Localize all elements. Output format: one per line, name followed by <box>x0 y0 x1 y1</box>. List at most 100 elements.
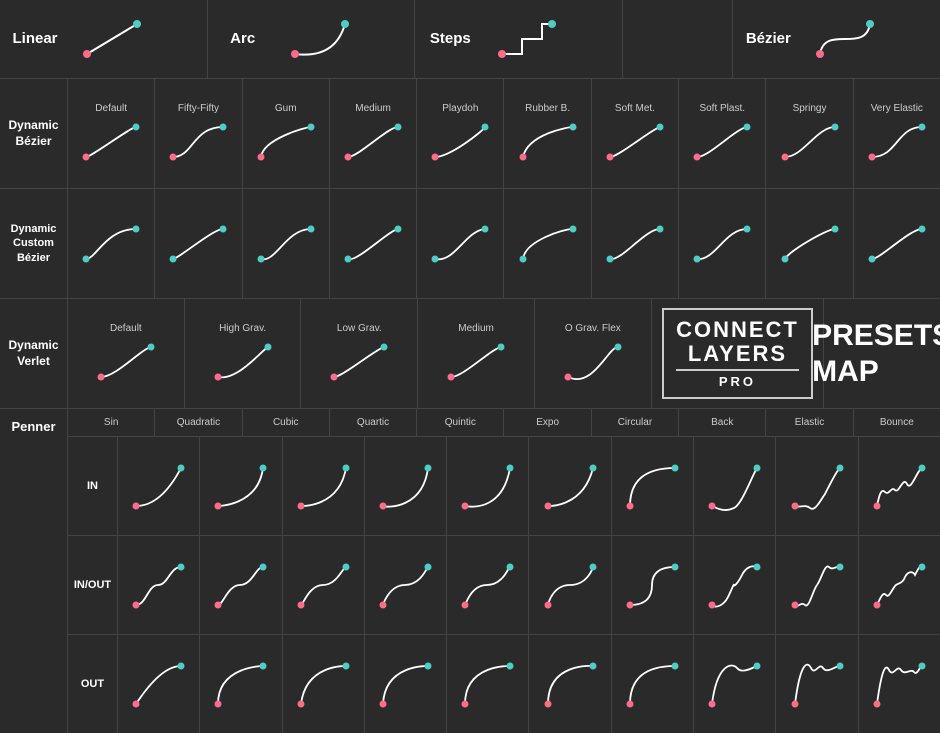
lbl-db-springy: Springy <box>793 103 827 115</box>
label-penner: Penner <box>0 409 68 733</box>
ph-cubic: Cubic <box>243 409 330 436</box>
lbl-db-rubber: Rubber B. <box>525 103 570 115</box>
cell-bezier: Bézier <box>733 0 940 78</box>
curve-dcb-7 <box>600 221 670 266</box>
label-in: IN <box>68 437 118 535</box>
ph-sin: Sin <box>68 409 155 436</box>
ph-bounce: Bounce <box>854 409 940 436</box>
cell-quad-out <box>200 635 282 733</box>
curve-dcb-1 <box>76 221 146 266</box>
presets-map-cell: PRESETSMAP <box>824 299 940 408</box>
curve-db-gum <box>251 119 321 164</box>
curve-cubic-inout <box>291 555 356 615</box>
cell-bounce-out <box>859 635 940 733</box>
curve-bounce-in <box>867 456 932 516</box>
cell-db-medium: Medium <box>330 79 417 188</box>
cell-db-gum: Gum <box>243 79 330 188</box>
cell-dcb-2 <box>155 189 242 298</box>
curve-quart-out <box>373 654 438 714</box>
cells-dynamic-verlet: Default High Grav. Low Grav. <box>68 299 940 408</box>
lbl-dv-lowgrav: Low Grav. <box>337 323 382 335</box>
lbl-db-softplast: Soft Plast. <box>699 103 745 115</box>
curve-circ-out <box>620 654 685 714</box>
curve-bounce-inout <box>867 555 932 615</box>
curve-dcb-5 <box>425 221 495 266</box>
cell-dcb-1 <box>68 189 155 298</box>
curve-db-fifty <box>163 119 233 164</box>
curve-quad-inout <box>208 555 273 615</box>
cell-expo-in <box>529 437 611 535</box>
curve-db-medium <box>338 119 408 164</box>
presets-map-text: PRESETSMAP <box>797 318 940 390</box>
cell-quint-out <box>447 635 529 733</box>
cell-cubic-in <box>283 437 365 535</box>
lbl-dv-highgrav: High Grav. <box>219 323 266 335</box>
cell-dcb-10 <box>854 189 940 298</box>
label-arc: Arc <box>218 30 268 48</box>
curve-quad-out <box>208 654 273 714</box>
cell-linear: Linear <box>0 0 208 78</box>
curve-dcb-8 <box>687 221 757 266</box>
curve-sin-in <box>126 456 191 516</box>
lbl-db-elastic: Very Elastic <box>871 103 923 115</box>
label-linear: Linear <box>10 30 60 48</box>
cell-quart-in <box>365 437 447 535</box>
curve-quint-out <box>455 654 520 714</box>
connect-layers-logo: CONNECT LAYERS PRO <box>662 308 813 399</box>
cell-dv-medium: Medium <box>418 299 535 408</box>
cell-sin-in <box>118 437 200 535</box>
cell-cubic-inout <box>283 536 365 634</box>
cell-arc: Arc <box>208 0 416 78</box>
curve-db-springy <box>775 119 845 164</box>
curve-elastic-inout <box>785 555 850 615</box>
curve-back-in <box>702 456 767 516</box>
curve-dcb-10 <box>862 221 932 266</box>
cell-circ-inout <box>612 536 694 634</box>
curve-dcb-4 <box>338 221 408 266</box>
cell-dv-ograv: O Grav. Flex <box>535 299 652 408</box>
curve-steps <box>487 14 567 64</box>
ph-quartic: Quartic <box>330 409 417 436</box>
label-dynamic-verlet: DynamicVerlet <box>0 299 68 408</box>
curve-expo-out <box>538 654 603 714</box>
cell-expo-out <box>529 635 611 733</box>
cell-elastic-in <box>776 437 858 535</box>
penner-headers: Sin Quadratic Cubic Quartic Quintic Expo… <box>68 409 940 437</box>
label-dynamic-bezier: DynamicBézier <box>0 79 68 188</box>
cell-dv-highgrav: High Grav. <box>185 299 302 408</box>
cell-quad-inout <box>200 536 282 634</box>
cells-dynamic-bezier: Default Fifty-Fifty Gum <box>68 79 940 188</box>
curve-sin-out <box>126 654 191 714</box>
penner-in-row: IN <box>68 437 940 536</box>
curve-elastic-in <box>785 456 850 516</box>
lbl-db-fifty: Fifty-Fifty <box>178 103 219 115</box>
label-out: OUT <box>68 635 118 733</box>
cell-dcb-5 <box>417 189 504 298</box>
cell-dcb-6 <box>504 189 591 298</box>
cells-dynamic-custom <box>68 189 940 298</box>
cell-sin-inout <box>118 536 200 634</box>
curve-quint-inout <box>455 555 520 615</box>
cell-quint-inout <box>447 536 529 634</box>
cell-db-softmet: Soft Met. <box>592 79 679 188</box>
cell-cubic-out <box>283 635 365 733</box>
curve-db-softmet <box>600 119 670 164</box>
cell-elastic-inout <box>776 536 858 634</box>
penner-out-row: OUT <box>68 635 940 733</box>
cell-circ-in <box>612 437 694 535</box>
cell-quart-out <box>365 635 447 733</box>
row-dynamic-bezier: DynamicBézier Default Fifty-Fifty <box>0 79 940 189</box>
label-steps: Steps <box>425 30 475 48</box>
curve-quad-in <box>208 456 273 516</box>
curve-expo-inout <box>538 555 603 615</box>
lbl-dv-medium: Medium <box>458 323 494 335</box>
curve-elastic-out <box>785 654 850 714</box>
cell-db-playdoh: Playdoh <box>417 79 504 188</box>
penner-inout-row: IN/OUT <box>68 536 940 635</box>
curve-expo-in <box>538 456 603 516</box>
cell-dv-lowgrav: Low Grav. <box>301 299 418 408</box>
cell-expo-inout <box>529 536 611 634</box>
row-penner: Penner Sin Quadratic Cubic Quartic Quint… <box>0 409 940 733</box>
ph-elastic: Elastic <box>766 409 853 436</box>
label-inout: IN/OUT <box>68 536 118 634</box>
